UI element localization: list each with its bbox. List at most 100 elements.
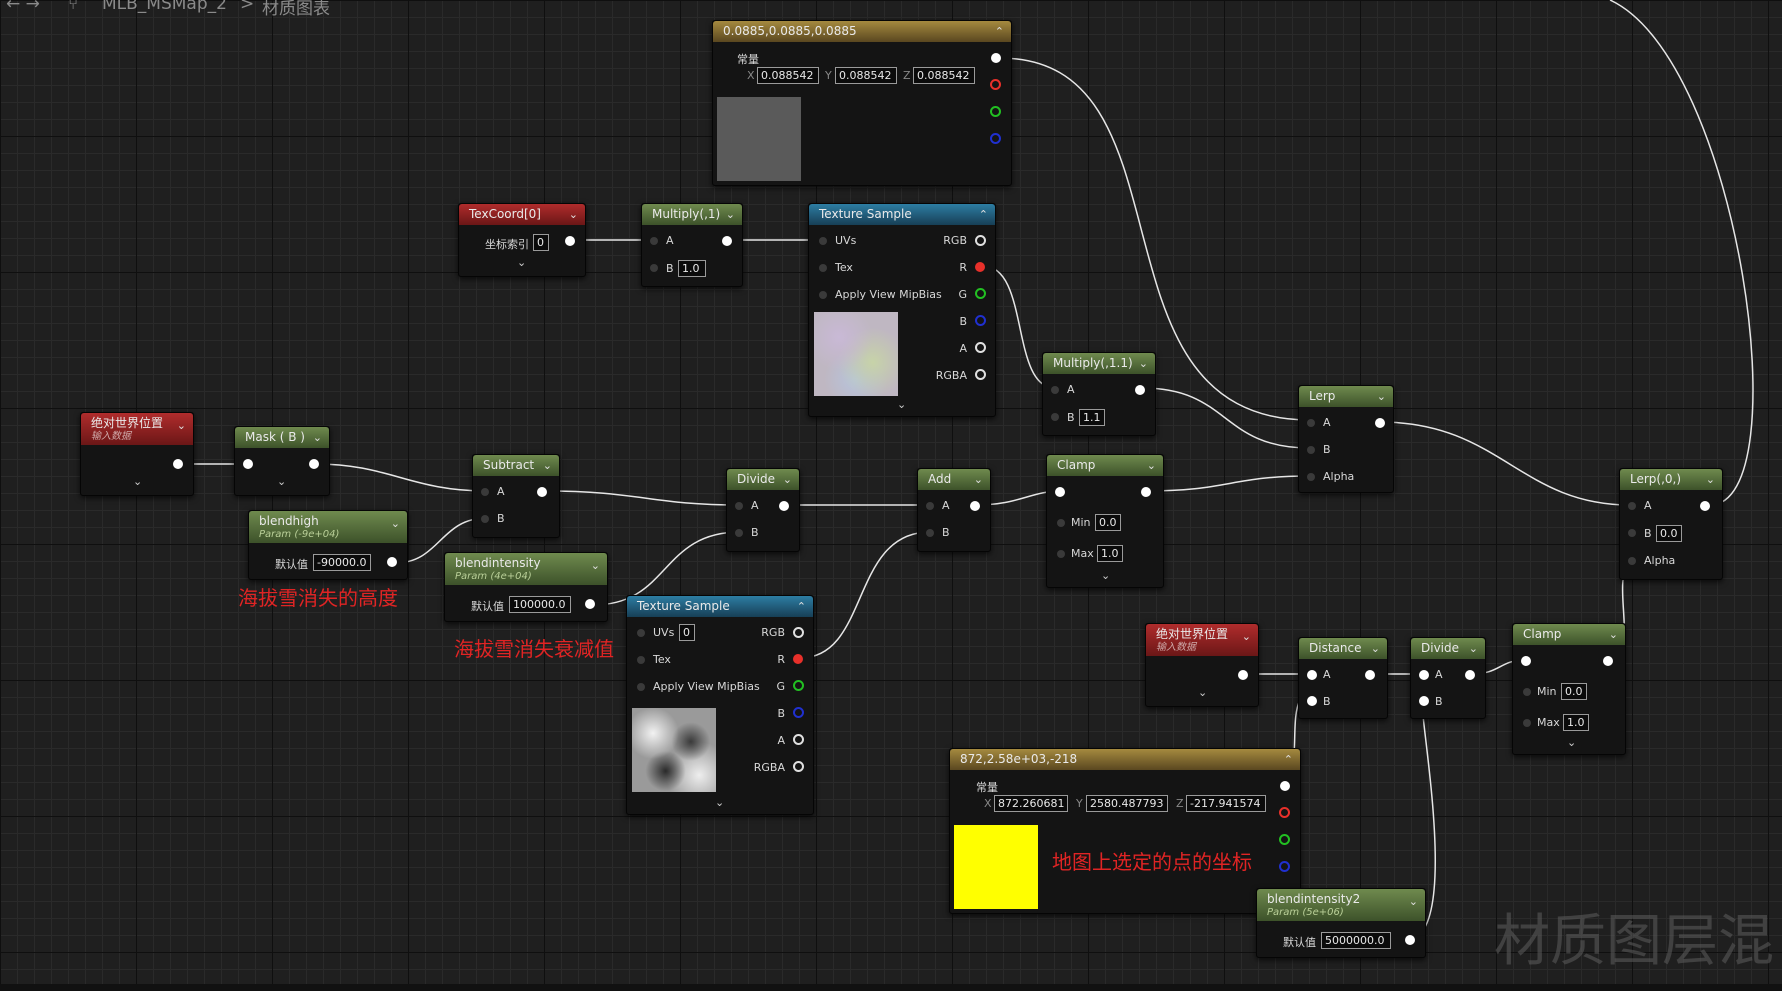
output-pin[interactable] [537, 487, 547, 497]
chevron-down-icon[interactable]: ⌄ [591, 559, 600, 573]
output-g-pin[interactable] [1279, 834, 1290, 845]
texture-sample-2-node[interactable]: Texture Sample ⌃ UVs 0 Tex Apply View Mip… [626, 595, 814, 815]
max-field[interactable]: 1.0 [1097, 545, 1123, 562]
input-a-pin[interactable] [481, 488, 489, 496]
input-b-pin[interactable] [1307, 446, 1315, 454]
input-a-pin[interactable] [1628, 502, 1636, 510]
uvs-pin[interactable] [637, 629, 645, 637]
chevron-down-icon[interactable]: ⌄ [1242, 630, 1251, 644]
chevron-down-icon[interactable]: ⌄ [1469, 638, 1478, 659]
input-b-pin[interactable] [1051, 413, 1059, 421]
chevron-down-icon[interactable]: ⌄ [313, 427, 322, 448]
add-node[interactable]: Add ⌄ A B [917, 468, 991, 552]
chevron-down-icon[interactable]: ⌄ [391, 517, 400, 531]
blendhigh-param-node[interactable]: blendhigh Param (-9e+04) ⌄ 默认值 -90000.0 [248, 510, 408, 580]
output-pin[interactable] [1141, 487, 1151, 497]
output-rgb-pin[interactable] [975, 235, 986, 246]
output-pin[interactable] [565, 236, 575, 246]
blendintensity2-param-node[interactable]: blendintensity2 Param (5e+06) ⌄ 默认值 500000… [1256, 888, 1426, 958]
input-a-pin[interactable] [650, 237, 658, 245]
node-header[interactable]: Add ⌄ [918, 469, 990, 490]
input-b-pin[interactable] [735, 529, 743, 537]
node-header[interactable]: Distance ⌄ [1299, 638, 1387, 659]
input-b-pin[interactable] [926, 529, 934, 537]
output-pin[interactable] [585, 599, 595, 609]
input-pin[interactable] [1521, 656, 1531, 666]
expand-icon[interactable]: ⌄ [133, 475, 142, 488]
node-header[interactable]: 0.0885,0.0885,0.0885 ⌃ [713, 21, 1011, 42]
collapse-icon[interactable]: ⌃ [979, 204, 988, 225]
expand-icon[interactable]: ⌄ [1567, 736, 1576, 749]
collapse-icon[interactable]: ⌃ [1284, 749, 1293, 770]
lerp-node[interactable]: Lerp ⌄ A B Alpha [1298, 385, 1394, 493]
uvs-pin[interactable] [819, 237, 827, 245]
node-header[interactable]: Mask ( B ) ⌄ [235, 427, 329, 448]
max-pin[interactable] [1057, 550, 1065, 558]
uvs-field[interactable]: 0 [679, 624, 695, 641]
node-header[interactable]: Multiply(,1) ⌄ [642, 204, 742, 225]
output-a-pin[interactable] [793, 734, 804, 745]
expand-icon[interactable]: ⌄ [517, 256, 526, 269]
texture-sample-1-node[interactable]: Texture Sample ⌃ UVs Tex Apply View MipBi… [808, 203, 996, 417]
output-pin[interactable] [1405, 935, 1415, 945]
node-header[interactable]: 872,2.58e+03,-218 ⌃ [950, 749, 1300, 770]
output-rgba-pin[interactable] [793, 761, 804, 772]
chevron-down-icon[interactable]: ⌄ [1706, 469, 1715, 490]
expand-icon[interactable]: ⌄ [277, 475, 286, 488]
min-field[interactable]: 0.0 [1095, 514, 1121, 531]
subtract-node[interactable]: Subtract ⌄ A B [472, 454, 560, 538]
input-a-pin[interactable] [926, 502, 934, 510]
distance-node[interactable]: Distance ⌄ A B [1298, 637, 1388, 719]
output-pin[interactable] [1465, 670, 1475, 680]
tex-pin[interactable] [819, 264, 827, 272]
chevron-down-icon[interactable]: ⌄ [1147, 455, 1156, 476]
input-b-pin[interactable] [481, 515, 489, 523]
output-pin[interactable] [1280, 781, 1290, 791]
output-pin[interactable] [1365, 670, 1375, 680]
chevron-down-icon[interactable]: ⌄ [1609, 624, 1618, 645]
min-pin[interactable] [1057, 519, 1065, 527]
constant3-node[interactable]: 0.0885,0.0885,0.0885 ⌃ 常量 X 0.088542 Y 0.… [712, 20, 1012, 186]
node-header[interactable]: Divide ⌄ [727, 469, 799, 490]
input-b-pin[interactable] [1307, 696, 1317, 706]
chevron-down-icon[interactable]: ⌄ [726, 204, 735, 225]
output-a-pin[interactable] [975, 342, 986, 353]
input-alpha-pin[interactable] [1307, 473, 1315, 481]
input-a-pin[interactable] [1307, 419, 1315, 427]
node-header[interactable]: Lerp ⌄ [1299, 386, 1393, 407]
output-rgb-pin[interactable] [793, 627, 804, 638]
output-rgba-pin[interactable] [975, 369, 986, 380]
chevron-down-icon[interactable]: ⌄ [177, 419, 186, 433]
input-a-pin[interactable] [735, 502, 743, 510]
chevron-down-icon[interactable]: ⌄ [569, 204, 578, 225]
input-b-pin[interactable] [650, 264, 658, 272]
node-header[interactable]: blendintensity2 Param (5e+06) ⌄ [1257, 889, 1425, 921]
collapse-icon[interactable]: ⌃ [797, 596, 806, 617]
divide-1-node[interactable]: Divide ⌄ A B [726, 468, 800, 552]
chevron-down-icon[interactable]: ⌄ [1377, 386, 1386, 407]
input-alpha-pin[interactable] [1628, 557, 1636, 565]
absolute-world-position-2-node[interactable]: 绝对世界位置 输入数据 ⌄ ⌄ [1145, 623, 1259, 707]
expand-icon[interactable]: ⌄ [897, 398, 906, 411]
coordinate-index-field[interactable]: 0 [533, 234, 549, 251]
output-b-pin[interactable] [990, 133, 1001, 144]
output-b-pin[interactable] [1279, 861, 1290, 872]
x-field[interactable]: 872.260681 [994, 795, 1068, 812]
y-field[interactable]: 2580.487793 [1086, 795, 1168, 812]
b-value-field[interactable]: 1.1 [1079, 409, 1105, 426]
output-g-pin[interactable] [793, 680, 804, 691]
input-a-pin[interactable] [1051, 386, 1059, 394]
output-pin[interactable] [1603, 656, 1613, 666]
node-header[interactable]: TexCoord[0] ⌄ [459, 204, 585, 225]
blendintensity-param-node[interactable]: blendintensity Param (4e+04) ⌄ 默认值 100000.… [444, 552, 608, 622]
default-value-field[interactable]: 5000000.0 [1321, 932, 1391, 949]
clamp-1-node[interactable]: Clamp ⌄ Min 0.0 Max 1.0 ⌄ [1046, 454, 1164, 588]
node-header[interactable]: Clamp ⌄ [1513, 624, 1625, 645]
collapse-icon[interactable]: ⌃ [995, 21, 1004, 42]
output-b-pin[interactable] [793, 707, 804, 718]
input-pin[interactable] [243, 459, 253, 469]
input-b-pin[interactable] [1419, 696, 1429, 706]
tex-pin[interactable] [637, 656, 645, 664]
expand-icon[interactable]: ⌄ [1198, 686, 1207, 699]
chevron-down-icon[interactable]: ⌄ [543, 455, 552, 476]
